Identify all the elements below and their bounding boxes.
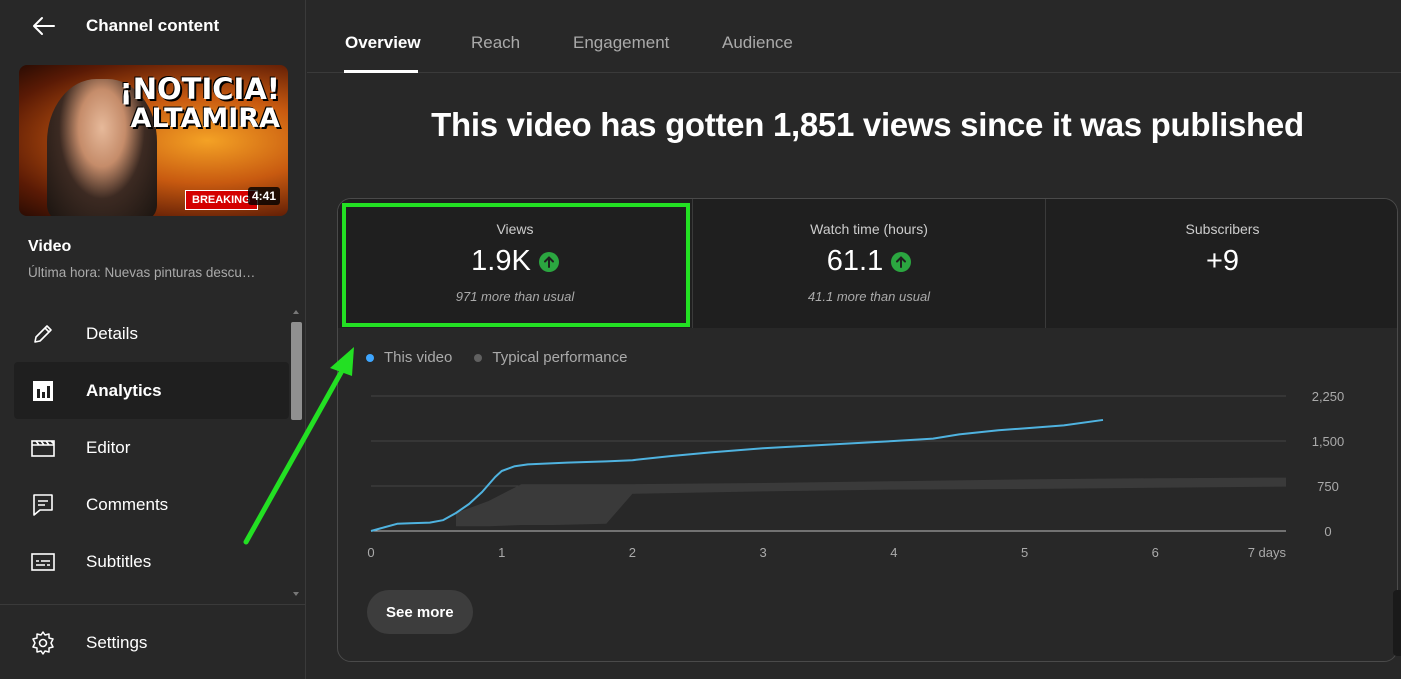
settings-label: Settings [86, 632, 148, 652]
trend-up-icon [891, 251, 912, 272]
views-chart[interactable]: 2,2501,50075000 1 2 3 4 5 6 7 days [338, 379, 1398, 579]
x-tick-label: 5 [1021, 545, 1028, 560]
sidebar-scroll-up-arrow[interactable] [293, 310, 299, 314]
y-tick-label: 0 [1324, 524, 1331, 539]
metric-label: Subscribers [1185, 221, 1260, 237]
tab-reach[interactable]: Reach [471, 33, 520, 53]
sidebar-item-label: Analytics [86, 380, 162, 400]
metric-value: 61.1 [826, 245, 884, 277]
x-tick-label: 3 [760, 545, 767, 560]
sidebar-divider [0, 604, 306, 605]
sidebar-header: Channel content [0, 0, 306, 52]
tab-engagement[interactable]: Engagement [573, 33, 669, 53]
back-button[interactable] [28, 12, 60, 40]
page-headline: This video has gotten 1,851 views since … [431, 106, 1304, 143]
back-arrow-icon [33, 17, 55, 35]
page-scrollbar[interactable] [1393, 590, 1401, 656]
metric-value-row: +9 [1046, 245, 1397, 278]
sidebar-item-label: Details [86, 323, 138, 343]
see-more-button[interactable]: See more [367, 590, 473, 634]
y-tick-label: 1,500 [1312, 434, 1345, 449]
app-window: Channel content ¡NOTICIA! ALTAMIRA BREAK… [0, 0, 1401, 679]
y-tick-label: 750 [1317, 479, 1339, 494]
thumbnail-breaking-badge: BREAKING [185, 190, 258, 210]
pencil-icon [34, 324, 52, 343]
legend-item-typical: Typical performance [474, 349, 627, 366]
subtitles-icon [31, 552, 55, 571]
annotation-arrow-icon [243, 347, 354, 545]
metric-label: Watch time (hours) [810, 221, 928, 237]
thumbnail-headline-line-2: ALTAMIRA [130, 102, 280, 134]
analytics-tabs: Overview Reach Engagement Audience [307, 0, 1401, 73]
highlight-box [342, 203, 690, 327]
tab-audience[interactable]: Audience [722, 33, 793, 53]
thumbnail-headline-line-1: ¡NOTICIA! [119, 72, 280, 106]
sidebar-scroll-down-arrow[interactable] [293, 592, 299, 596]
sidebar-title: Channel content [86, 16, 220, 35]
sidebar-item-label: Comments [86, 494, 169, 514]
video-duration-badge: 4:41 [247, 187, 280, 205]
metric-value: +9 [1205, 245, 1240, 277]
video-label: Video [28, 238, 72, 255]
chart-legend: This video Typical performance [366, 349, 627, 366]
metric-subscribers[interactable]: Subscribers +9 [1046, 199, 1397, 328]
x-tick-label: 2 [629, 545, 636, 560]
legend-dot [474, 353, 483, 362]
sidebar-item-settings[interactable]: Settings [14, 614, 289, 671]
main-content: Overview Reach Engagement Audience This … [307, 0, 1401, 679]
x-tick-label: 6 [1152, 545, 1159, 560]
clapperboard-icon [31, 439, 55, 457]
video-thumbnail[interactable]: ¡NOTICIA! ALTAMIRA BREAKING 4:41 [19, 65, 288, 216]
x-tick-label: 1 [498, 545, 505, 560]
legend-label: This video [384, 349, 453, 366]
tab-overview[interactable]: Overview [345, 33, 421, 53]
active-tab-indicator [344, 70, 418, 73]
metric-value-row: 61.1 [693, 245, 1045, 278]
gear-icon [32, 630, 54, 655]
x-tick-label: 7 days [1248, 545, 1287, 560]
typical-performance-band [455, 477, 1286, 527]
metric-note: 41.1 more than usual [807, 289, 931, 304]
sidebar-item-label: Subtitles [86, 551, 152, 571]
analytics-icon [33, 380, 53, 401]
comment-icon [33, 493, 53, 516]
x-tick-label: 4 [890, 545, 897, 560]
video-title: Última hora: Nuevas pinturas descu… [28, 265, 256, 280]
legend-label: Typical performance [492, 349, 628, 366]
y-tick-label: 2,250 [1312, 389, 1345, 404]
legend-item-this-video: This video [366, 349, 452, 366]
thumbnail-headline: ¡NOTICIA! ALTAMIRA [119, 72, 280, 134]
sidebar-item-label: Editor [86, 437, 131, 457]
metric-watch-time[interactable]: Watch time (hours) 61.1 41.1 more than u… [693, 199, 1045, 328]
